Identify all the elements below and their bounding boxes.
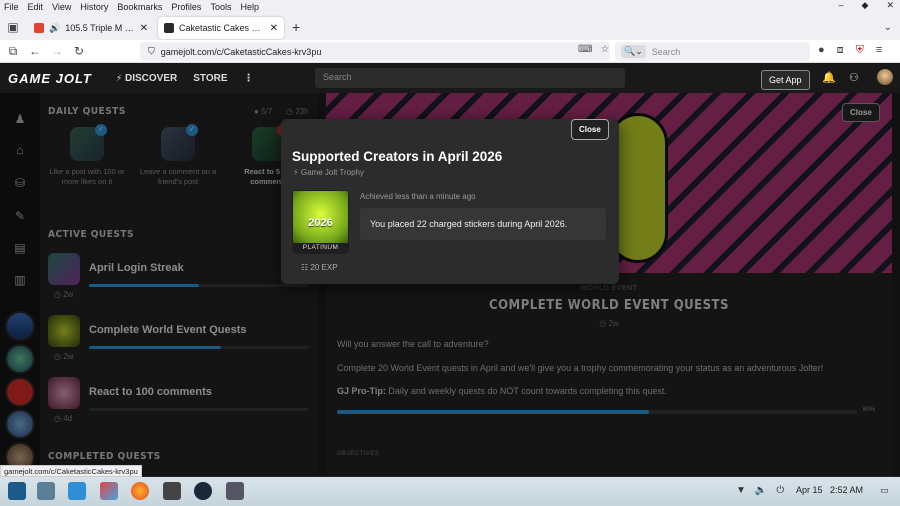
sidebar-toggle-icon[interactable]: ⧉ [4,44,22,59]
extensions-icon[interactable]: ⧈ [837,44,844,57]
nav-discover-label: DISCOVER [124,72,178,84]
settings-icon[interactable] [226,482,244,500]
tab-caketastic[interactable]: Caketastic Cakes Commu ✕ [158,17,284,39]
bookmark-star-icon[interactable]: ☆ [600,44,609,55]
trophy-description: You placed 22 charged stickers during Ap… [360,208,606,240]
list-all-tabs-icon[interactable]: ⌄ [884,22,892,33]
get-app-button[interactable]: Get App [761,70,810,90]
software-store-icon[interactable] [68,482,86,500]
account-icon[interactable]: ● [818,44,825,57]
trophy-tier: PLATINUM [302,244,339,251]
menu-file[interactable]: File [4,2,19,12]
site-info-icon[interactable]: ⛉ [148,46,155,57]
bolt-icon: ⚡ [293,168,299,177]
forward-button[interactable]: → [48,44,66,58]
trophy-badge: 2026 PLATINUM [292,190,349,254]
audio-playing-icon[interactable]: 🔊 [49,23,60,34]
menu-edit[interactable]: Edit [28,2,44,12]
url-text: gamejolt.com/c/CaketasticCakes-krv3pu [160,46,322,57]
menu-tools[interactable]: Tools [210,2,231,12]
files-icon[interactable] [37,482,55,500]
search-engine-icon[interactable]: 🔍⌄ [621,45,646,58]
clock-time[interactable]: 2:52 AM [830,485,863,495]
search-box[interactable]: 🔍⌄ Search [615,42,810,61]
system-tray: ▼ 🔈 ⏻ [736,485,784,496]
reload-button[interactable]: ↻ [70,44,88,58]
steam-icon[interactable] [194,482,212,500]
power-icon[interactable]: ⏻ [776,485,784,496]
maximize-button[interactable]: ◆ [862,0,869,11]
triple-m-favicon [34,23,44,33]
gamejolt-favicon [164,23,174,33]
exp-icon: ☷ [301,263,309,272]
gamejolt-app-icon[interactable] [163,482,181,500]
trophy-image: 2026 [293,191,348,243]
back-button[interactable]: ← [26,44,44,58]
exp-reward: ☷ 20 EXP [301,263,338,272]
firefox-icon[interactable] [131,482,149,500]
menu-view[interactable]: View [52,2,71,12]
new-tab-button[interactable]: + [292,19,300,35]
exp-label: 20 EXP [310,263,338,272]
hamburger-menu-icon[interactable]: ≡ [876,44,882,57]
menu-bookmarks[interactable]: Bookmarks [117,2,162,12]
close-window-button[interactable]: ✕ [886,0,894,11]
tab-title: 105.5 Triple M - The Sc [65,23,134,33]
nav-discover[interactable]: ⚡ DISCOVER [116,73,177,84]
menu-profiles[interactable]: Profiles [171,2,201,12]
trophy-title: Supported Creators in April 2026 [292,149,503,164]
trophy-type: ⚡ Game Jolt Trophy [293,168,364,177]
ublock-icon[interactable]: ⛨ [856,44,864,57]
close-tab-icon[interactable]: ✕ [140,23,148,34]
trophy-type-label: Game Jolt Trophy [300,168,364,177]
more-menu-icon[interactable]: ⋮ [244,73,254,84]
clock-date[interactable]: Apr 15 [796,485,823,495]
app-icon[interactable] [100,482,118,500]
notifications-bell-icon[interactable]: 🔔 [822,71,836,84]
bolt-icon: ⚡ [115,72,123,83]
volume-icon[interactable]: 🔈 [755,485,767,496]
menu-help[interactable]: Help [240,2,259,12]
wifi-icon[interactable]: ▼ [736,485,746,496]
tab-bar: ▣ 🔊 105.5 Triple M - The Sc ✕ Caketastic… [0,14,900,40]
tab-triple-m[interactable]: 🔊 105.5 Triple M - The Sc ✕ [28,17,154,39]
menu-history[interactable]: History [80,2,108,12]
nav-store[interactable]: STORE [193,73,227,84]
user-avatar[interactable] [877,69,893,85]
translate-icon[interactable]: ⌨ [578,44,592,55]
trophy-year: 2026 [308,217,333,229]
search-placeholder: Search [651,46,681,57]
address-bar[interactable]: ⛉ gamejolt.com/c/CaketasticCakes-krv3pu [140,42,610,61]
gamejolt-logo[interactable]: GAME JOLT [8,71,92,86]
tab-list-icon[interactable]: ▣ [4,20,22,34]
site-header: GAME JOLT ⚡ DISCOVER STORE ⋮ Search Get … [0,63,900,93]
tab-title: Caketastic Cakes Commu [179,23,265,33]
trophy-modal: Close Supported Creators in April 2026 ⚡… [281,119,619,284]
friends-icon[interactable]: ⚇ [849,71,859,84]
achieved-time: Achieved less than a minute ago [360,192,476,201]
zorin-menu-icon[interactable] [8,482,26,500]
modal-close-button[interactable]: Close [571,119,609,140]
menu-bar: File Edit View History Bookmarks Profile… [0,0,900,14]
navigation-bar: ⧉ ← → ↻ ⛉ gamejolt.com/c/CaketasticCakes… [0,40,900,63]
site-search-input[interactable]: Search [315,68,625,88]
close-tab-icon[interactable]: ✕ [270,23,278,34]
status-url: gamejolt.com/c/CaketasticCakes-krv3pu [0,465,142,477]
minimize-button[interactable]: – [839,0,844,11]
taskbar: ▼ 🔈 ⏻ Apr 15 2:52 AM ▭ [0,477,900,506]
show-desktop-icon[interactable]: ▭ [880,485,889,496]
